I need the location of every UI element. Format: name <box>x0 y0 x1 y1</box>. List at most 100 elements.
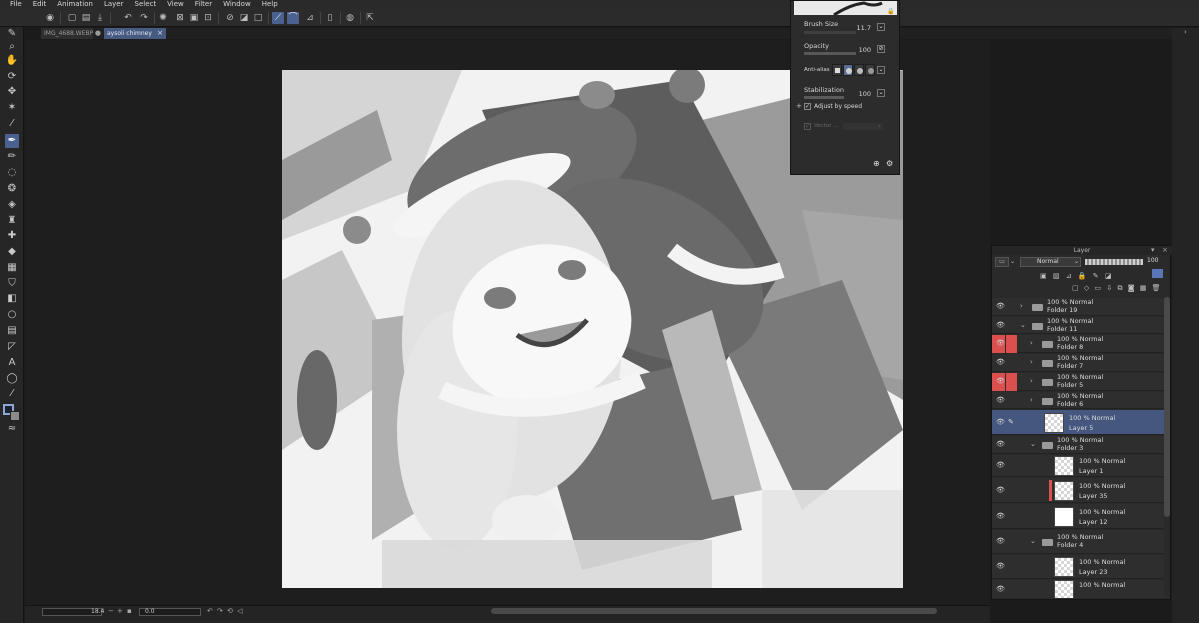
draft-icon[interactable]: ✎ <box>1093 272 1099 280</box>
menu-filter[interactable]: Filter <box>195 0 212 9</box>
layer-folder-row[interactable]: 👁 ⌄ 100 % Normal Folder 4 <box>992 530 1164 554</box>
layer-row[interactable]: 👁 100 % Normal <box>992 580 1164 598</box>
correct-line-icon[interactable]: ⁄ <box>5 387 19 401</box>
layer-opacity-slider[interactable] <box>1085 259 1143 265</box>
clear-icon[interactable]: ⊠ <box>174 12 186 24</box>
save-icon[interactable]: ⤓ <box>94 12 106 24</box>
rotate-icon[interactable]: ⟳ <box>5 70 19 84</box>
chevron-down-icon[interactable]: ⌄ <box>1030 440 1036 448</box>
invert-selection-icon[interactable]: ◪ <box>238 12 250 24</box>
reset-rotation-icon[interactable]: ⟲ <box>227 607 233 615</box>
move-icon[interactable]: ✥ <box>5 85 19 99</box>
eraser-icon[interactable]: ◈ <box>5 198 19 212</box>
mask-icon[interactable]: ◪ <box>1105 272 1112 280</box>
close-icon[interactable]: × <box>1162 246 1168 255</box>
antialias-dropdown-icon[interactable]: ⌄ <box>877 66 885 74</box>
blend-mode-select[interactable]: Normal <box>1020 257 1081 267</box>
layer-row[interactable]: 👁 100 % Normal Layer 23 <box>992 555 1164 579</box>
layer-folder-row[interactable]: 👁 › 100 % Normal Folder 8 <box>992 335 1164 353</box>
pen-icon[interactable]: ✒ <box>5 134 19 148</box>
mask-create-icon[interactable]: ▦ <box>1140 284 1147 292</box>
app-logo-icon[interactable]: ◉ <box>44 12 56 24</box>
zoom-icon[interactable]: ⌕ <box>5 40 19 54</box>
visibility-eye-icon[interactable]: 👁 <box>996 585 1005 594</box>
brush-size-value[interactable]: 11.7 <box>846 24 871 32</box>
figure-icon[interactable]: ○ <box>5 308 19 322</box>
tab-img-4688[interactable]: IMG_4688.WEBP ● <box>41 28 101 39</box>
layer-scrollbar[interactable] <box>1164 297 1170 517</box>
layer-folder-row[interactable]: 👁 › 100 % Normal Folder 7 <box>992 354 1164 372</box>
sparkle-icon[interactable]: ✚ <box>5 229 19 243</box>
reset-icon[interactable]: ⊕ <box>873 159 880 168</box>
layer-row[interactable]: 👁 100 % Normal Layer 35 <box>992 478 1164 503</box>
delete-layer-icon[interactable]: 🗑 <box>1152 284 1161 292</box>
visibility-eye-icon[interactable]: 👁 <box>996 562 1005 571</box>
loading-icon[interactable]: ✺ <box>157 12 169 24</box>
menu-animation[interactable]: Animation <box>57 0 93 9</box>
antialias-none-button[interactable] <box>832 64 842 76</box>
layer-folder-row[interactable]: 👁 ⌄ 100 % Normal Folder 3 <box>992 436 1164 454</box>
device-icon[interactable]: ▯ <box>324 12 336 24</box>
lock-icon[interactable]: 🔒 <box>887 8 894 15</box>
close-icon[interactable]: × <box>157 28 163 39</box>
sub-tool-icon[interactable]: ✎ <box>5 27 19 41</box>
undo-icon[interactable]: ↶ <box>122 12 134 24</box>
antialias-weak-button[interactable] <box>843 64 853 76</box>
menu-edit[interactable]: Edit <box>33 0 47 9</box>
redo-icon[interactable]: ↷ <box>138 12 150 24</box>
chevron-right-icon[interactable]: › <box>1030 339 1033 347</box>
deselect-icon[interactable]: ⊘ <box>224 12 236 24</box>
eyedropper-icon[interactable]: ⁄ <box>5 117 19 131</box>
dock-toggle-icon[interactable]: › <box>1184 28 1187 36</box>
visibility-eye-icon[interactable]: 👁 <box>996 396 1005 405</box>
chevron-right-icon[interactable]: › <box>1020 302 1023 310</box>
opacity-value[interactable]: 100 <box>846 46 871 54</box>
zoom-field[interactable]: 18.4 <box>42 608 104 616</box>
visibility-eye-icon[interactable]: 👁 <box>996 418 1005 427</box>
reference-icon[interactable]: ⊿ <box>1066 272 1072 280</box>
opacity-link-icon[interactable]: ⊘ <box>877 45 885 53</box>
paint-bucket-icon[interactable]: ⛉ <box>5 277 19 291</box>
canvas-horizontal-scrollbar[interactable] <box>491 608 937 614</box>
zoom-out-icon[interactable]: − <box>108 607 114 615</box>
selection-border-icon[interactable]: □ <box>252 12 264 24</box>
antialias-strong-button[interactable] <box>865 64 875 76</box>
companion-icon[interactable]: ◍ <box>344 12 356 24</box>
vector-checkbox[interactable]: ✓ <box>804 123 811 130</box>
chevron-down-icon[interactable]: ⌄ <box>1030 537 1036 545</box>
visibility-eye-icon[interactable]: 👁 <box>996 537 1005 546</box>
snap-curve-icon[interactable]: ⌒ <box>287 12 299 24</box>
chevron-down-icon[interactable]: ⌄ <box>1020 321 1026 329</box>
chevron-right-icon[interactable]: › <box>1030 377 1033 385</box>
chevron-right-icon[interactable]: › <box>1030 396 1033 404</box>
visibility-eye-icon[interactable]: 👁 <box>996 512 1005 521</box>
menu-view[interactable]: View <box>167 0 184 9</box>
chevron-right-icon[interactable]: › <box>1030 358 1033 366</box>
visibility-eye-icon[interactable]: 👁 <box>996 486 1005 495</box>
apply-mask-icon[interactable]: ◙ <box>1128 284 1135 292</box>
clip-icon[interactable]: ▨ <box>1053 272 1060 280</box>
line-icon[interactable]: ◸ <box>5 340 19 354</box>
new-file-icon[interactable]: ▢ <box>66 12 78 24</box>
stabilization-menu-icon[interactable]: ⌄ <box>877 89 885 97</box>
visibility-eye-icon[interactable]: 👁 <box>996 302 1005 311</box>
lock-icon[interactable]: 🔒 <box>1078 272 1087 280</box>
pencil-icon[interactable]: ✏ <box>5 150 19 164</box>
ruler-icon[interactable]: ⊿ <box>304 12 316 24</box>
fit-icon[interactable]: ▪ <box>127 607 132 615</box>
transform-icon[interactable]: ⊡ <box>202 12 214 24</box>
rotation-field[interactable]: 0.0 <box>139 608 201 616</box>
vector-magnet-field[interactable] <box>843 123 883 130</box>
gradient-icon[interactable]: ◧ <box>5 292 19 306</box>
layer-folder-row[interactable]: 👁 › 100 % Normal Folder 5 <box>992 373 1164 391</box>
menu-help[interactable]: Help <box>262 0 278 9</box>
visibility-eye-icon[interactable]: 👁 <box>996 339 1005 348</box>
zoom-in-icon[interactable]: + <box>117 607 123 615</box>
magic-wand-icon[interactable]: ✶ <box>5 101 19 115</box>
menu-file[interactable]: File <box>10 0 22 9</box>
layer-type-icon[interactable]: ▭ <box>995 257 1009 267</box>
layer-row[interactable]: 👁 100 % Normal Layer 12 <box>992 504 1164 529</box>
layer-folder-row[interactable]: 👁 ⌄ 100 % Normal Folder 11 <box>992 317 1164 334</box>
panel-ruler-icon[interactable]: ▤ <box>5 324 19 338</box>
antialias-medium-button[interactable] <box>854 64 864 76</box>
